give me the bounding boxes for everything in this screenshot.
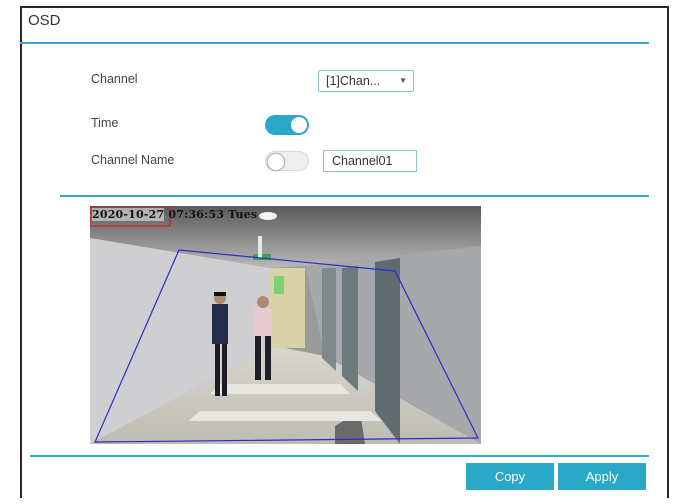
corridor-scene (90, 206, 481, 444)
apply-button[interactable]: Apply (558, 463, 646, 490)
channel-name-input[interactable]: Channel01 (323, 150, 417, 172)
toggle-knob (267, 153, 285, 171)
channel-label: Channel (91, 72, 138, 86)
footer-divider (30, 455, 649, 457)
panel-title: OSD (28, 12, 61, 29)
time-label: Time (91, 116, 119, 130)
channel-select[interactable]: [1]Chan... ▼ (318, 70, 414, 92)
camera-preview[interactable]: 2020-10-27 07:36:53 Tues (90, 206, 481, 444)
osd-timestamp: 2020-10-27 07:36:53 Tues (92, 208, 257, 221)
section-divider (60, 195, 649, 197)
channel-name-toggle[interactable] (265, 151, 309, 171)
title-divider (20, 42, 649, 44)
channel-name-label: Channel Name (91, 153, 175, 167)
toggle-knob (291, 117, 307, 133)
osd-clock: 07:36:53 Tues (168, 208, 258, 221)
time-toggle[interactable] (265, 115, 309, 135)
channel-select-value: [1]Chan... (326, 74, 381, 88)
copy-button[interactable]: Copy (466, 463, 554, 490)
caret-down-icon: ▼ (399, 76, 407, 85)
osd-date: 2020-10-27 (92, 208, 165, 221)
